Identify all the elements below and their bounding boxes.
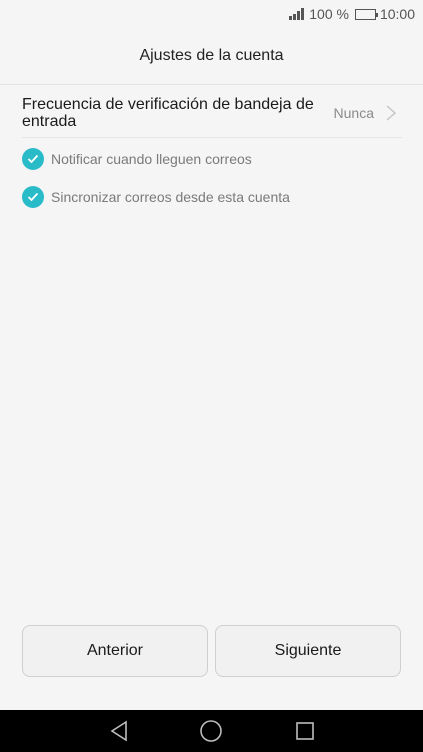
check-frequency-value-group: Nunca bbox=[334, 104, 398, 122]
check-frequency-setting[interactable]: Frecuencia de verificación de bandeja de… bbox=[22, 88, 402, 138]
sync-mail-label: Sincronizar correos desde esta cuenta bbox=[51, 189, 290, 205]
battery-percentage: 100 % bbox=[309, 6, 349, 22]
checkbox-checked-icon[interactable] bbox=[22, 148, 44, 170]
notify-new-mail-option[interactable]: Notificar cuando lleguen correos bbox=[22, 147, 402, 171]
home-circle-icon[interactable] bbox=[198, 719, 224, 743]
chevron-right-icon bbox=[386, 104, 397, 121]
system-nav-bar bbox=[0, 710, 423, 752]
page-title: Ajustes de la cuenta bbox=[139, 47, 284, 64]
sync-mail-option[interactable]: Sincronizar correos desde esta cuenta bbox=[22, 185, 402, 209]
checkbox-checked-icon[interactable] bbox=[22, 186, 44, 208]
back-triangle-icon[interactable] bbox=[106, 719, 132, 743]
check-frequency-value: Nunca bbox=[333, 104, 374, 121]
previous-button[interactable]: Anterior bbox=[22, 625, 208, 677]
check-frequency-label: Frecuencia de verificación de bandeja de… bbox=[22, 95, 314, 130]
status-bar: 100 % 10:00 bbox=[0, 0, 423, 28]
next-button[interactable]: Siguiente bbox=[215, 625, 401, 677]
battery-icon bbox=[354, 8, 378, 20]
notify-new-mail-label: Notificar cuando lleguen correos bbox=[51, 151, 252, 167]
page-title-bar: Ajustes de la cuenta bbox=[0, 28, 423, 85]
status-time: 10:00 bbox=[379, 6, 415, 22]
signal-bars-icon bbox=[289, 8, 305, 20]
recents-square-icon[interactable] bbox=[292, 719, 318, 743]
